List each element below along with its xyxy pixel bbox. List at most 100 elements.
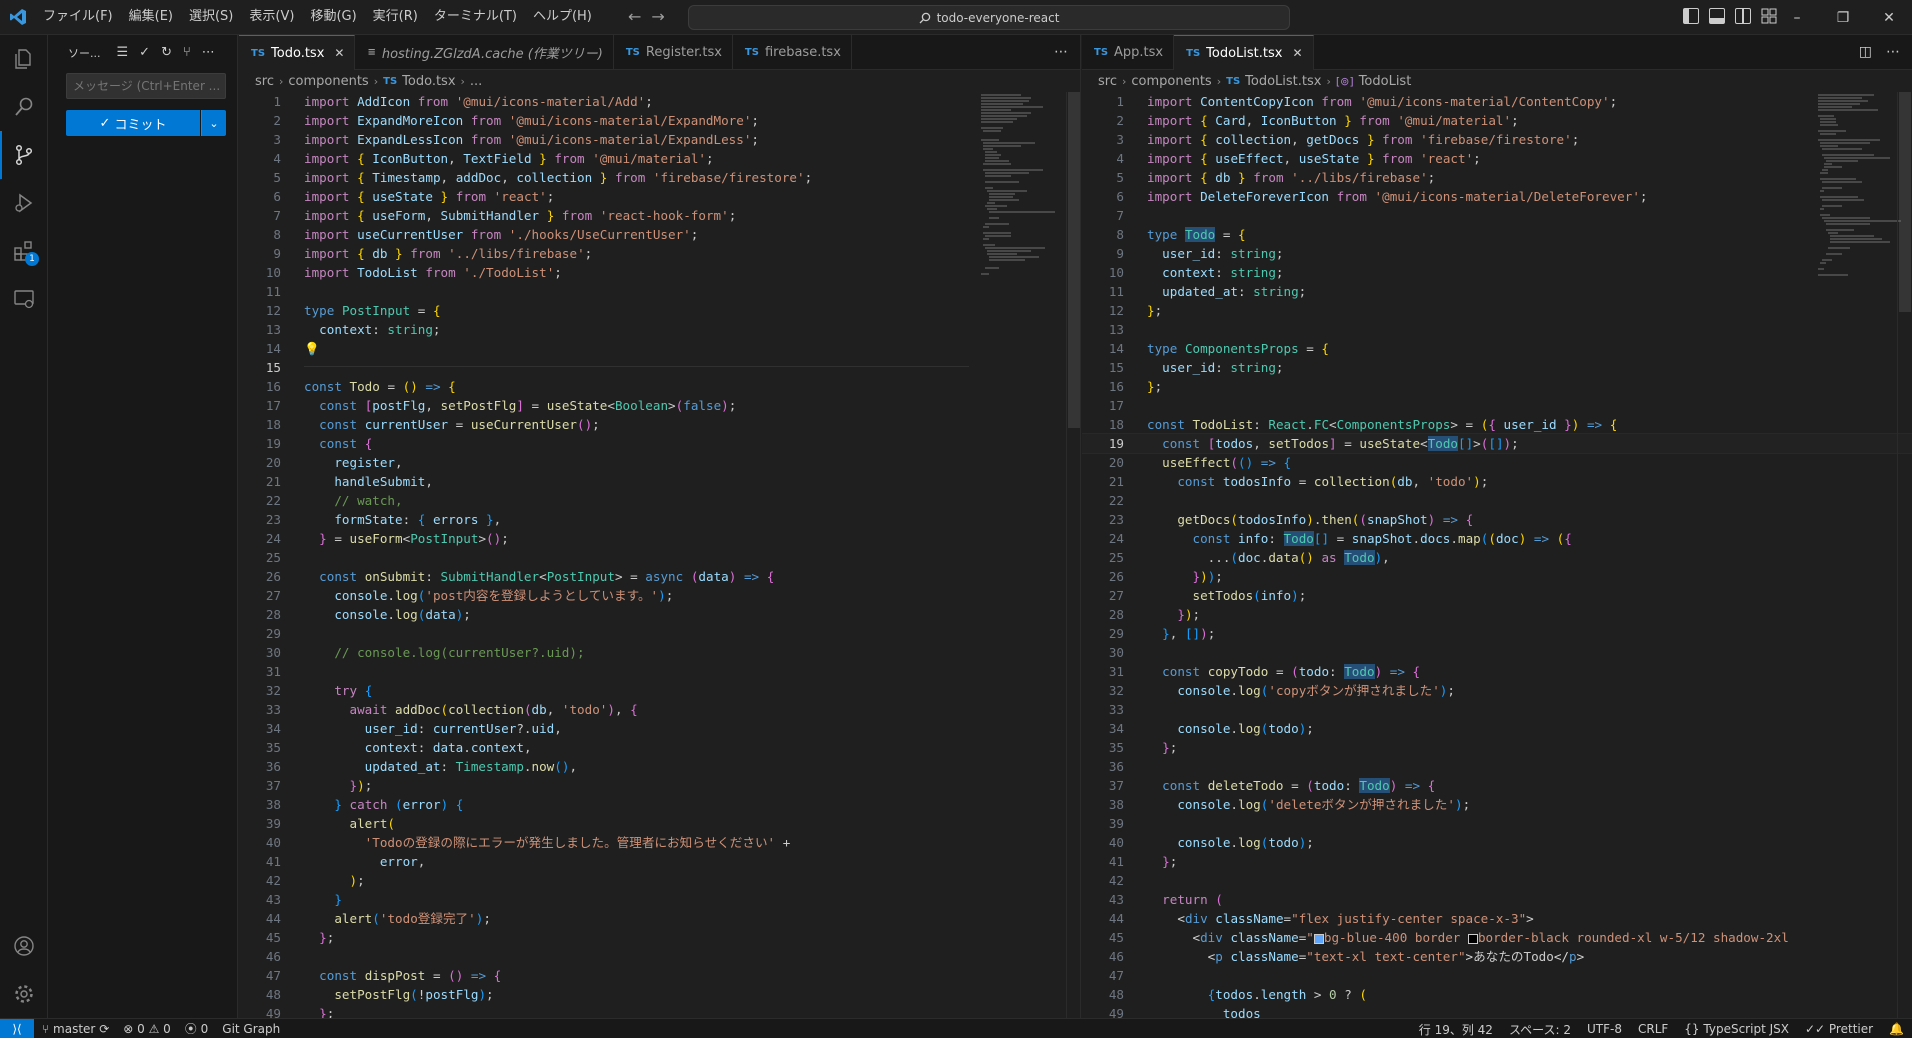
forward-arrow-icon[interactable]: → [651,7,664,26]
prettier-status[interactable]: ✓✓ Prettier [1805,1022,1873,1036]
refresh-icon[interactable]: ↻ [161,45,172,60]
account-icon[interactable] [0,922,48,970]
breadcrumb-src[interactable]: src [255,74,274,89]
code-line: 32 console.log('copyボタンが押されました'); [1108,683,1455,698]
tab-firebase-tsx[interactable]: TS firebase.tsx [733,35,852,70]
code-editor-left[interactable]: 1 import AddIcon from '@mui/icons-materia… [239,92,1080,1018]
code-line: 5 import { db } from '../libs/firebase'; [1116,170,1436,185]
tab-label: firebase.tsx [764,45,841,60]
language-mode[interactable]: {} TypeScript JSX [1684,1022,1789,1036]
menu-file[interactable]: ファイル(F) [35,5,121,29]
code-line: 13 context: string; [265,322,441,337]
search-icon[interactable] [0,83,48,131]
breadcrumb-symbol[interactable]: TodoList [1359,74,1412,89]
code-line: 16}; [1108,379,1163,394]
split-editor-icon[interactable]: ◫ [1859,44,1872,60]
minimize-icon[interactable]: – [1774,0,1820,35]
scroll-thumb[interactable] [1068,92,1080,428]
breadcrumb-file[interactable]: TodoList.tsx [1245,74,1321,89]
commit-check-icon[interactable]: ✓ [139,45,150,60]
menu-run[interactable]: 実行(R) [365,5,426,29]
menu-go[interactable]: 移動(G) [302,5,364,29]
notifications-bell-icon[interactable]: 🔔 [1889,1022,1904,1036]
chevron-right-icon: › [460,74,465,88]
tab-todolist-tsx[interactable]: TS TodoList.tsx ✕ [1174,35,1314,70]
encoding[interactable]: UTF-8 [1587,1022,1622,1036]
code-line: 35 context: data.context, [265,740,532,755]
more-actions-icon[interactable]: ⋯ [1886,44,1900,60]
source-control-icon[interactable] [0,131,48,179]
git-branch[interactable]: ⑂ master ⟳ [42,1022,109,1036]
breadcrumb-src[interactable]: src [1098,74,1117,89]
title-bar: ファイル(F) 編集(E) 選択(S) 表示(V) 移動(G) 実行(R) ター… [0,0,1912,35]
menu-terminal[interactable]: ターミナル(T) [426,5,525,29]
cursor-position[interactable]: 行 19、列 42 [1419,1021,1493,1038]
git-graph-button[interactable]: Git Graph [222,1022,280,1036]
breadcrumb-components[interactable]: components [288,74,368,89]
toggle-secondary-sidebar-icon[interactable] [1735,8,1751,24]
end-of-line[interactable]: CRLF [1638,1022,1668,1036]
navigation-arrows: ← → [628,7,665,26]
vertical-scrollbar-left[interactable] [1066,92,1080,1018]
graph-icon[interactable]: ⑂ [183,45,191,60]
indentation[interactable]: スペース: 2 [1509,1021,1571,1038]
problems-indicator[interactable]: ⊗ 0 ⚠ 0 [123,1022,171,1036]
more-actions-icon[interactable]: ⋯ [1054,44,1068,60]
tsx-file-icon: TS [625,47,640,58]
lightbulb-icon[interactable]: 💡 [304,341,320,356]
view-as-list-icon[interactable]: ☰ [117,45,129,60]
code-editor-right[interactable]: 1 import ContentCopyIcon from '@mui/icons… [1082,92,1912,1018]
breadcrumb-symbol[interactable]: ... [470,74,482,89]
code-line: 40 console.log(todo); [1108,835,1314,850]
commit-button-label: コミット [114,117,167,133]
toggle-panel-icon[interactable] [1709,8,1725,24]
prettier-label: Prettier [1828,1022,1874,1036]
tab-todo-tsx[interactable]: TS Todo.tsx ✕ [239,35,356,70]
tab-app-tsx[interactable]: TS App.tsx [1082,35,1175,70]
explorer-icon[interactable] [0,35,48,83]
close-tab-icon[interactable]: ✕ [334,46,344,60]
settings-gear-icon[interactable] [0,970,48,1018]
commit-button[interactable]: ✓ コミット [66,110,200,136]
tab-label: TodoList.tsx [1206,45,1283,61]
activity-bar: 1 [0,35,48,1018]
code-line: 45 <div className=" bg-blue-400 border bo… [1108,930,1789,945]
close-window-icon[interactable]: ✕ [1866,0,1912,35]
back-arrow-icon[interactable]: ← [628,7,641,26]
scroll-thumb[interactable] [1899,92,1911,312]
menu-help[interactable]: ヘルプ(H) [525,5,600,29]
close-tab-icon[interactable]: ✕ [1292,46,1302,60]
code-line: 40 'Todoの登録の際にエラーが発生しました。管理者にお知らせください' + [265,835,791,850]
run-debug-icon[interactable] [0,179,48,227]
vertical-scrollbar-right[interactable] [1897,92,1911,1018]
command-center-search[interactable]: todo-everyone-react [688,5,1290,30]
breadcrumb-file[interactable]: Todo.tsx [402,74,455,89]
tab-register-tsx[interactable]: TS Register.tsx [614,35,733,70]
commit-dropdown-icon[interactable]: ⌄ [201,110,226,136]
menu-view[interactable]: 表示(V) [241,5,302,29]
minimap-right[interactable] [1816,92,1901,312]
code-line: 24 } = useForm<PostInput>(); [265,531,509,546]
toggle-primary-sidebar-icon[interactable] [1683,8,1699,24]
code-line: 36 [1108,759,1124,774]
code-line: 21 const todosInfo = collection(db, 'tod… [1108,474,1489,489]
menu-edit[interactable]: 編集(E) [121,5,181,29]
remote-indicator-icon[interactable]: ⟩⟨ [0,1018,34,1038]
menu-selection[interactable]: 選択(S) [181,5,241,29]
code-line: 5 import { Timestamp, addDoc, collection … [273,170,813,185]
tab-hosting-cache[interactable]: ≡ hosting.ZGlzdA.cache (作業ツリー) [355,35,614,70]
code-line: 28 }); [1108,607,1201,622]
minimap-left[interactable] [979,92,1064,312]
commit-message-input[interactable] [66,73,226,99]
more-actions-icon[interactable]: ⋯ [202,45,215,60]
code-line: 47 [1108,968,1124,983]
extensions-icon[interactable]: 1 [0,227,48,275]
remote-explorer-icon[interactable] [0,275,48,323]
breadcrumb-components[interactable]: components [1131,74,1211,89]
ports-indicator[interactable]: ⦿ 0 [185,1020,208,1037]
sync-icon[interactable]: ⟳ [99,1022,109,1036]
tab-actions-right: ◫ ⋯ [1859,44,1900,60]
restore-icon[interactable]: ❐ [1820,0,1866,35]
code-line: 28 console.log(data); [265,607,471,622]
tab-label: hosting.ZGlzdA.cache (作業ツリー) [381,47,603,62]
